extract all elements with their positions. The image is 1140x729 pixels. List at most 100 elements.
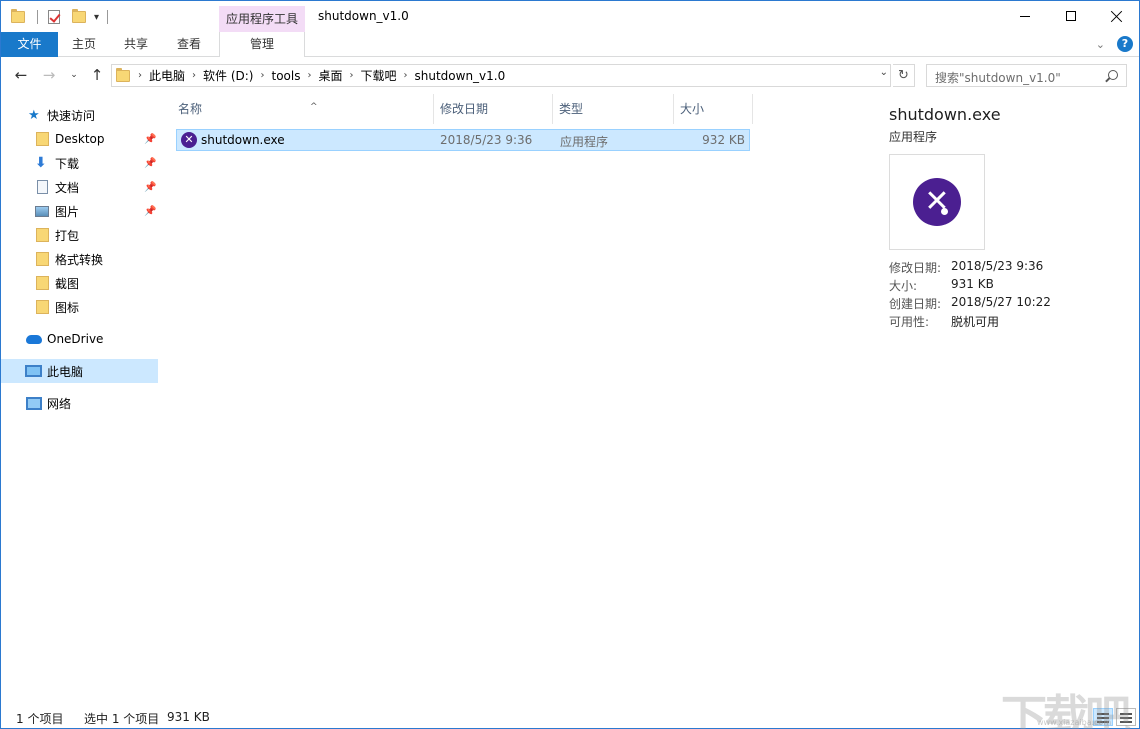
nav-item-desktop[interactable]: Desktop 📌 xyxy=(1,127,158,151)
nav-network[interactable]: 网络 xyxy=(1,391,158,415)
customize-toolbar-icon[interactable]: ▾ xyxy=(94,12,99,23)
context-tab-group-label: 应用程序工具 xyxy=(219,6,305,32)
nav-item-icons[interactable]: 图标 xyxy=(1,295,158,319)
nav-item-dabao[interactable]: 打包 xyxy=(1,223,158,247)
chevron-right-icon[interactable]: › xyxy=(136,70,144,81)
nav-label: 快速访问 xyxy=(47,108,96,123)
nav-label: Desktop xyxy=(55,132,105,146)
tab-file[interactable]: 文件 xyxy=(1,32,58,57)
up-button[interactable]: ↑ xyxy=(88,66,106,84)
breadcrumb-item[interactable]: 桌面 xyxy=(313,67,347,84)
nav-item-documents[interactable]: 文档 📌 xyxy=(1,175,158,199)
breadcrumb: › 此电脑 › 软件 (D:) › tools › 桌面 › 下载吧 › shu… xyxy=(112,65,510,86)
search-icon xyxy=(1108,70,1118,80)
search-input[interactable]: 搜索"shutdown_v1.0" xyxy=(926,64,1127,87)
help-icon[interactable]: ? xyxy=(1117,36,1133,52)
forward-button[interactable]: → xyxy=(40,66,58,84)
chevron-right-icon[interactable]: › xyxy=(347,70,355,81)
pin-icon[interactable]: 📌 xyxy=(144,182,156,193)
prop-label: 可用性: xyxy=(889,315,930,329)
column-header-type[interactable]: 类型 xyxy=(553,94,674,124)
file-type: 应用程序 xyxy=(560,135,609,149)
close-icon xyxy=(1111,10,1123,22)
pin-icon[interactable]: 📌 xyxy=(144,158,156,169)
quick-access-toolbar: ▾ xyxy=(11,7,109,27)
nav-label: OneDrive xyxy=(47,332,104,346)
breadcrumb-item[interactable]: 此电脑 xyxy=(144,67,190,84)
shutdown-app-icon: ✕ xyxy=(181,132,197,148)
nav-label: 此电脑 xyxy=(47,364,84,379)
column-header-modified[interactable]: 修改日期 xyxy=(434,94,553,124)
folder-icon xyxy=(36,300,49,314)
prop-label: 大小: xyxy=(889,279,918,293)
recent-locations-button[interactable]: ⌄ xyxy=(65,66,83,84)
nav-onedrive[interactable]: OneDrive xyxy=(1,327,158,351)
separator xyxy=(37,10,38,24)
separator xyxy=(107,10,109,24)
folder-icon xyxy=(116,67,130,82)
status-bar: 1 个项目 选中 1 个项目 931 KB xyxy=(1,706,1139,728)
column-header-size[interactable]: 大小 xyxy=(674,94,753,124)
chevron-right-icon[interactable]: › xyxy=(258,70,266,81)
prop-value-size: 931 KB xyxy=(951,277,994,291)
folder-icon xyxy=(36,228,49,242)
shutdown-app-icon: ✕ xyxy=(913,178,961,226)
tab-home[interactable]: 主页 xyxy=(63,32,105,57)
pin-icon[interactable]: 📌 xyxy=(144,134,156,145)
maximize-icon xyxy=(1066,11,1076,21)
nav-label: 截图 xyxy=(55,276,80,291)
status-size: 931 KB xyxy=(167,710,210,724)
nav-item-downloads[interactable]: ⬇ 下载 📌 xyxy=(1,151,158,175)
file-modified: 2018/5/23 9:36 xyxy=(440,133,533,147)
document-icon xyxy=(37,180,48,194)
search-placeholder: 搜索"shutdown_v1.0" xyxy=(935,71,1061,85)
minimize-button[interactable] xyxy=(1002,1,1048,31)
nav-item-format-convert[interactable]: 格式转换 xyxy=(1,247,158,271)
details-file-type: 应用程序 xyxy=(889,130,938,144)
minimize-icon xyxy=(1020,15,1030,17)
column-label: 名称 xyxy=(178,102,203,116)
tab-view[interactable]: 查看 xyxy=(168,32,210,57)
pin-icon[interactable]: 📌 xyxy=(144,206,156,217)
status-selected: 选中 1 个项目 xyxy=(84,712,160,726)
back-button[interactable]: ← xyxy=(12,66,30,84)
chevron-right-icon[interactable]: › xyxy=(402,70,410,81)
folder-icon xyxy=(36,132,49,146)
column-header-name[interactable]: 名称 ^ xyxy=(172,94,434,124)
nav-label: 文档 xyxy=(55,180,80,195)
nav-quick-access[interactable]: ★ 快速访问 xyxy=(1,103,158,127)
chevron-right-icon[interactable]: › xyxy=(190,70,198,81)
sort-ascending-icon: ^ xyxy=(310,102,318,112)
details-file-name: shutdown.exe xyxy=(889,105,1001,124)
maximize-button[interactable] xyxy=(1048,1,1094,31)
address-history-dropdown[interactable]: ⌄ xyxy=(880,67,888,78)
nav-label: 图片 xyxy=(55,204,80,219)
nav-label: 打包 xyxy=(55,228,80,243)
breadcrumb-item[interactable]: 软件 (D:) xyxy=(198,67,258,84)
prop-value-availability: 脱机可用 xyxy=(951,315,1000,329)
computer-icon xyxy=(25,365,42,377)
properties-icon[interactable] xyxy=(48,10,60,24)
file-row[interactable]: ✕ shutdown.exe 2018/5/23 9:36 应用程序 932 K… xyxy=(176,129,750,151)
nav-label: 图标 xyxy=(55,300,80,315)
address-bar[interactable]: › 此电脑 › 软件 (D:) › tools › 桌面 › 下载吧 › shu… xyxy=(111,64,891,87)
nav-item-screenshots[interactable]: 截图 xyxy=(1,271,158,295)
nav-this-pc[interactable]: 此电脑 xyxy=(1,359,158,383)
pictures-icon xyxy=(35,205,49,217)
tab-share[interactable]: 共享 xyxy=(115,32,157,57)
breadcrumb-item[interactable]: tools xyxy=(266,69,305,83)
tab-manage[interactable]: 管理 xyxy=(219,32,305,57)
nav-item-pictures[interactable]: 图片 📌 xyxy=(1,199,158,223)
file-list: 名称 ^ 修改日期 类型 大小 ✕ shutdown.exe 2018/5/23… xyxy=(161,94,861,704)
breadcrumb-item[interactable]: 下载吧 xyxy=(355,67,401,84)
chevron-right-icon[interactable]: › xyxy=(305,70,313,81)
expand-ribbon-icon[interactable]: ⌄ xyxy=(1096,38,1105,51)
refresh-button[interactable]: ↻ xyxy=(893,64,915,87)
new-folder-icon[interactable] xyxy=(72,9,86,23)
breadcrumb-item[interactable]: shutdown_v1.0 xyxy=(410,69,511,83)
details-thumbnail: ✕ xyxy=(889,154,985,250)
network-icon xyxy=(26,396,42,410)
nav-label: 格式转换 xyxy=(55,252,104,267)
close-button[interactable] xyxy=(1094,1,1140,31)
folder-icon[interactable] xyxy=(11,9,25,23)
